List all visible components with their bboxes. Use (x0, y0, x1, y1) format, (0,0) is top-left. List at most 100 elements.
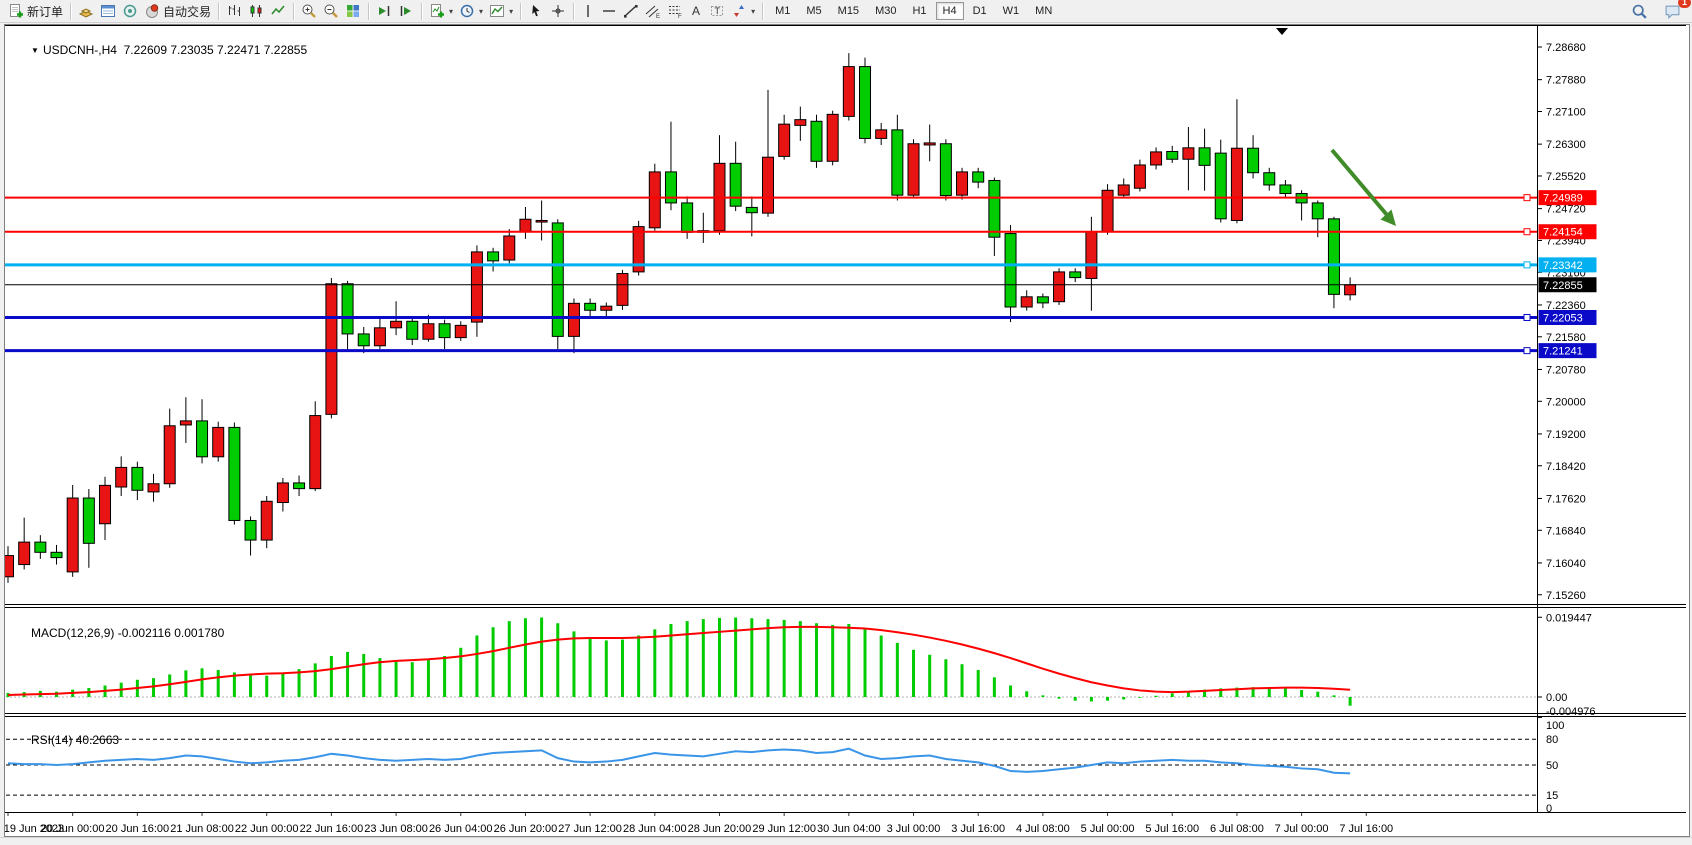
chevron-down-icon[interactable]: ▾ (509, 7, 513, 16)
tab-timeframe-m5[interactable]: M5 (799, 2, 828, 20)
cursor-tool-button[interactable] (525, 2, 547, 20)
svg-text:A: A (692, 4, 700, 18)
chevron-down-icon[interactable]: ▾ (751, 7, 755, 16)
new-order-button[interactable]: 新订单 (5, 2, 66, 21)
equidistant-channel-icon: E (645, 3, 661, 19)
tab-timeframe-m1[interactable]: M1 (768, 2, 797, 20)
tile-windows-button[interactable] (342, 2, 364, 20)
chart-shift-button[interactable] (395, 2, 417, 20)
tab-timeframe-w1[interactable]: W1 (996, 2, 1027, 20)
candle-body (585, 303, 596, 310)
vertical-line-tool-button[interactable] (578, 2, 598, 20)
candle-body (1264, 173, 1275, 185)
separator (762, 3, 763, 20)
line-chart-button[interactable] (267, 2, 289, 20)
price-axis[interactable]: 7.286807.278807.271007.263007.255207.247… (1537, 42, 1597, 602)
zoom-out-icon (323, 3, 339, 19)
chart-canvas[interactable]: 7.286807.278807.271007.263007.255207.247… (5, 25, 1687, 834)
candle-body (213, 427, 224, 456)
text-tool-button[interactable]: A (686, 2, 706, 20)
candle-body (843, 67, 854, 117)
candle-body (1151, 152, 1162, 165)
bar-chart-button[interactable] (223, 2, 245, 20)
time-axis[interactable]: 19 Jun 202320 Jun 00:0020 Jun 16:0021 Ju… (5, 813, 1393, 834)
candle-body (1215, 153, 1226, 219)
price-tick-label: 7.25520 (1546, 171, 1586, 183)
price-tag-label: 7.23342 (1543, 260, 1583, 272)
hline-handle (1524, 229, 1530, 235)
market-watch-icon (100, 3, 116, 19)
time-tick-label: 26 Jun 04:00 (429, 823, 493, 834)
candle-body (860, 67, 871, 139)
notifications-button[interactable]: 1 (1661, 2, 1684, 21)
symbol-title[interactable]: ▼USDCNH-,H4 7.22609 7.23035 7.22471 7.22… (11, 29, 307, 71)
search-button[interactable] (1628, 2, 1651, 21)
candle-body (51, 552, 62, 557)
annotation-arrow[interactable] (1332, 150, 1396, 226)
macd-pane: 0.0194470.00-0.004976 (6, 612, 1596, 718)
dropdown-icon[interactable]: ▼ (31, 46, 39, 55)
chevron-down-icon[interactable]: ▾ (479, 7, 483, 16)
templates-button[interactable]: ▾ (486, 2, 516, 20)
auto-scroll-icon (376, 3, 392, 19)
zoom-in-button[interactable] (298, 2, 320, 20)
profiles-icon (78, 3, 94, 19)
tab-timeframe-m30[interactable]: M30 (868, 2, 903, 20)
candle-body (407, 321, 418, 339)
candle-body (746, 207, 757, 212)
chart-shift-icon (398, 3, 414, 19)
separator (573, 3, 574, 20)
zoom-out-button[interactable] (320, 2, 342, 20)
separator (293, 3, 294, 20)
time-tick-label: 5 Jul 16:00 (1145, 823, 1199, 834)
candle-body (957, 172, 968, 195)
candle-body (520, 219, 531, 231)
candle-body (1054, 272, 1065, 302)
candle-body (892, 130, 903, 195)
chevron-down-icon[interactable]: ▾ (449, 7, 453, 16)
price-tick-label: 7.17620 (1546, 493, 1586, 505)
separator (421, 3, 422, 20)
trendline-tool-button[interactable] (620, 2, 642, 20)
label-tool-button[interactable]: T (706, 2, 728, 20)
macd-axis-label: 0.00 (1546, 692, 1567, 704)
tab-timeframe-m15[interactable]: M15 (831, 2, 866, 20)
horizontal-line-tool-button[interactable] (598, 2, 620, 20)
candle-body (973, 172, 984, 182)
candle-body (1312, 203, 1323, 219)
tab-timeframe-mn[interactable]: MN (1028, 2, 1059, 20)
candlestick-chart-button[interactable] (245, 2, 267, 20)
price-tick-label: 7.24720 (1546, 204, 1586, 216)
price-tick-label: 7.15260 (1546, 590, 1586, 602)
new-order-icon (8, 3, 24, 19)
horizontal-lines[interactable] (5, 195, 1537, 354)
candle-body (277, 483, 288, 503)
chart-shift-marker[interactable] (1276, 28, 1288, 35)
profiles-button[interactable] (75, 2, 97, 20)
data-window-button[interactable] (119, 2, 141, 20)
time-tick-label: 4 Jul 08:00 (1016, 823, 1070, 834)
cursor-icon (528, 3, 544, 19)
candle-body (1005, 234, 1016, 307)
arrows-tool-button[interactable]: ▾ (728, 2, 758, 20)
candle-body (197, 421, 208, 457)
indicators-button[interactable]: ▾ (426, 2, 456, 20)
fibonacci-tool-button[interactable]: F (664, 2, 686, 20)
notification-badge: 1 (1678, 0, 1691, 8)
channel-tool-button[interactable]: E (642, 2, 664, 20)
candle-body (423, 324, 434, 340)
price-tick-label: 7.27100 (1546, 106, 1586, 118)
crosshair-tool-button[interactable] (547, 2, 569, 20)
candle-body (229, 427, 240, 520)
rsi-axis-label: 0 (1546, 803, 1552, 815)
tab-timeframe-d1[interactable]: D1 (966, 2, 994, 20)
candle-body (342, 284, 353, 334)
price-tag-label: 7.22053 (1543, 312, 1583, 324)
auto-scroll-button[interactable] (373, 2, 395, 20)
market-watch-button[interactable] (97, 2, 119, 20)
tab-timeframe-h4[interactable]: H4 (936, 2, 964, 20)
autotrade-button[interactable]: 自动交易 (141, 2, 214, 21)
periods-button[interactable]: ▾ (456, 2, 486, 20)
tab-timeframe-h1[interactable]: H1 (905, 2, 933, 20)
crosshair-icon (550, 3, 566, 19)
